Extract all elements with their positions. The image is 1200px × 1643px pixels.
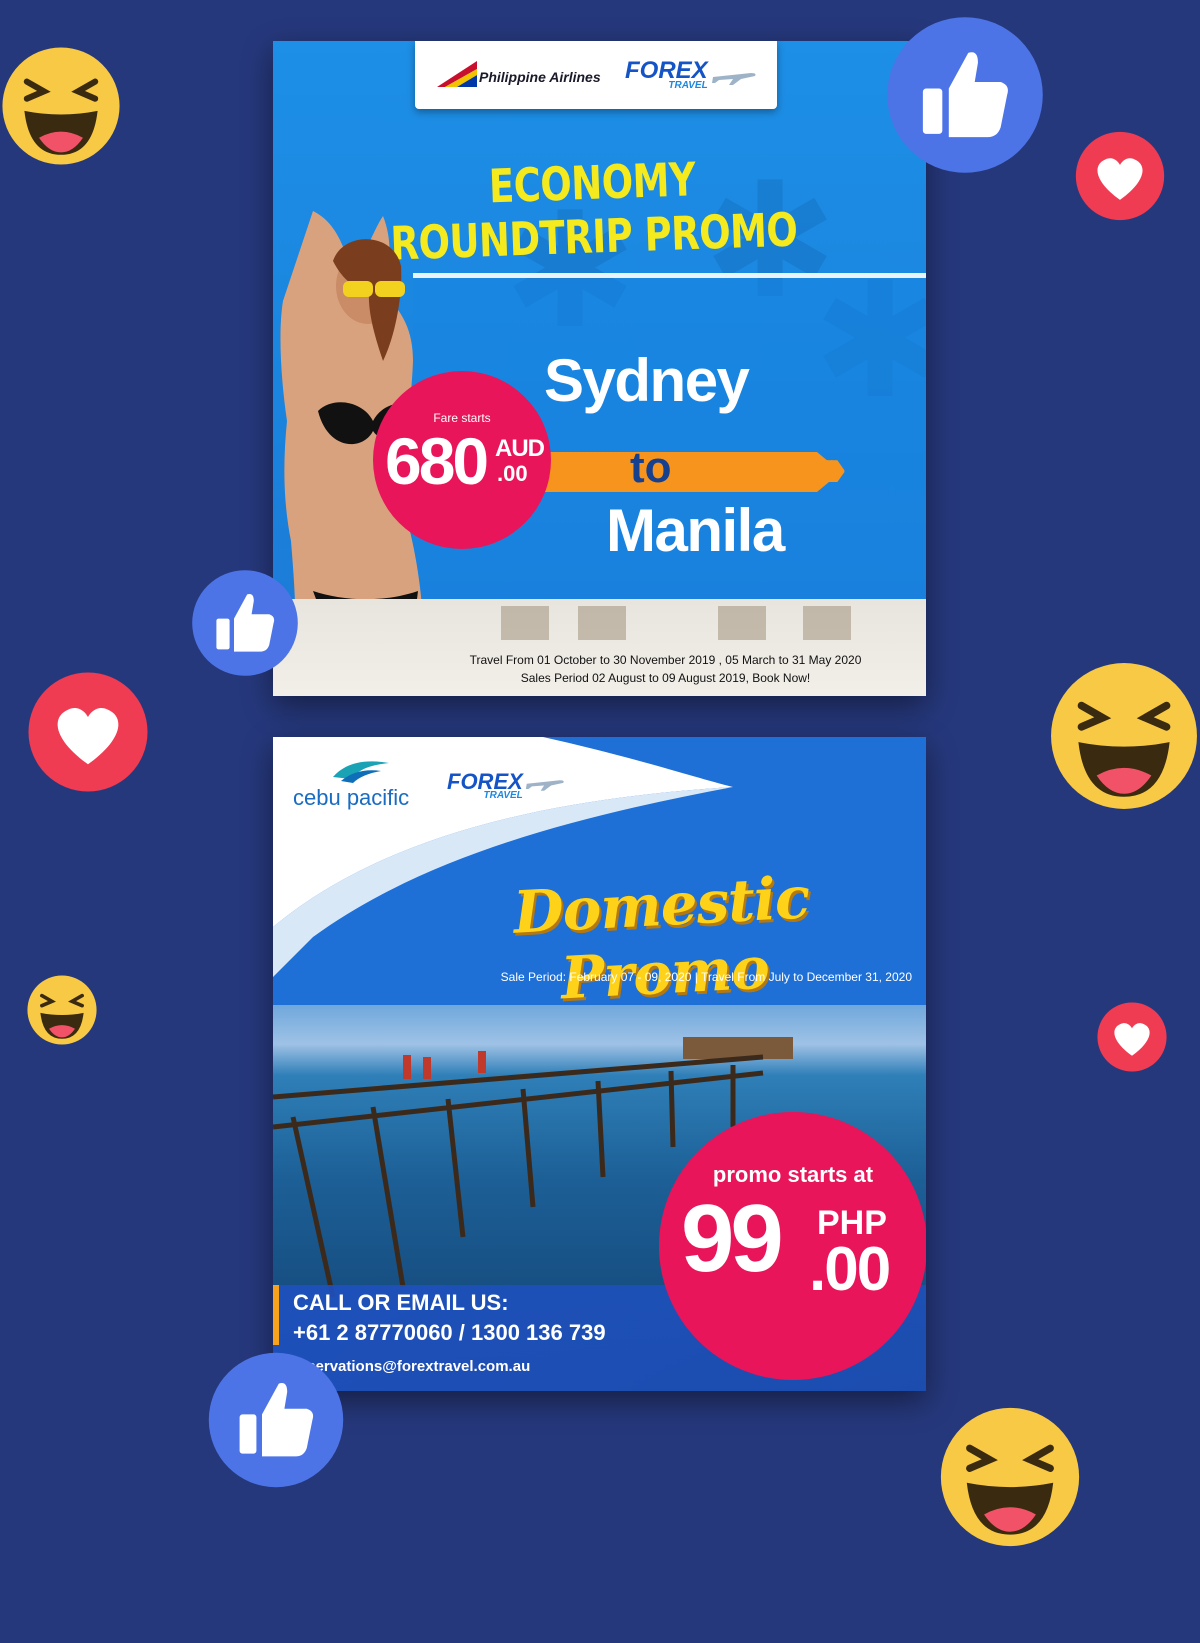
love-icon [1075, 131, 1165, 221]
fare-badge: Fare starts 680 AUD .00 [373, 371, 551, 549]
route-arrow [541, 452, 841, 492]
contact-phone[interactable]: +61 2 87770060 / 1300 136 739 [293, 1320, 606, 1346]
promo-headline: Domestic Promo [511, 863, 811, 1013]
sales-period: Sales Period 02 August to 09 August 2019… [520, 671, 811, 685]
fare-currency: AUD [495, 435, 545, 462]
route-destination: Manila [606, 497, 785, 564]
laugh-icon [2, 47, 120, 165]
contact-heading: CALL OR EMAIL US: [293, 1290, 509, 1315]
like-icon [887, 17, 1043, 173]
fare-amount: 680 [385, 424, 489, 498]
like-icon [208, 1352, 344, 1488]
beach-chair [718, 606, 766, 640]
laugh-icon [940, 1407, 1080, 1547]
beach-chair [501, 606, 549, 640]
promo-decimal: .00 [809, 1235, 891, 1304]
laugh-icon [27, 975, 97, 1045]
cebu-pacific-bird-icon [333, 761, 389, 783]
logo-bar: Philippine Airlines FOREX TRAVEL [415, 41, 777, 109]
philippine-airlines-logo-icon [437, 61, 477, 87]
beach-chair [578, 606, 626, 640]
airplane-icon [712, 73, 756, 85]
route-origin: Sydney [544, 347, 750, 414]
fare-decimal: .00 [497, 461, 528, 486]
promo-amount: 99 [681, 1185, 784, 1292]
sale-period: Sale Period: February 07 - 09, 2020 | Tr… [500, 970, 912, 984]
airline-name: Philippine Airlines [479, 69, 601, 85]
double-chevron-icon: ››› [819, 435, 847, 498]
forex-travel-logo: FOREX TRAVEL [447, 771, 523, 801]
love-icon [28, 672, 148, 792]
promo-card-domestic: cebu pacific FOREX TRAVEL Domestic Promo… [273, 737, 926, 1391]
divider-line [413, 273, 926, 278]
like-icon [192, 570, 298, 676]
contact-accent-bar [273, 1285, 279, 1345]
airline-name: cebu pacific [293, 785, 410, 810]
airplane-icon [525, 780, 564, 791]
travel-period: Travel From 01 October to 30 November 20… [469, 653, 862, 667]
route-connector: to [630, 443, 672, 492]
laugh-icon [1051, 663, 1197, 809]
beach-chair [803, 606, 851, 640]
forex-travel-logo: FOREX TRAVEL [625, 59, 708, 91]
love-icon [1097, 1002, 1167, 1072]
promo-price-badge: promo starts at 99 PHP .00 [659, 1112, 926, 1380]
promo-card-sydney-manila: ✱ ✱ ✱ Philippine Airlines FOREX TRAVEL E… [273, 41, 926, 696]
